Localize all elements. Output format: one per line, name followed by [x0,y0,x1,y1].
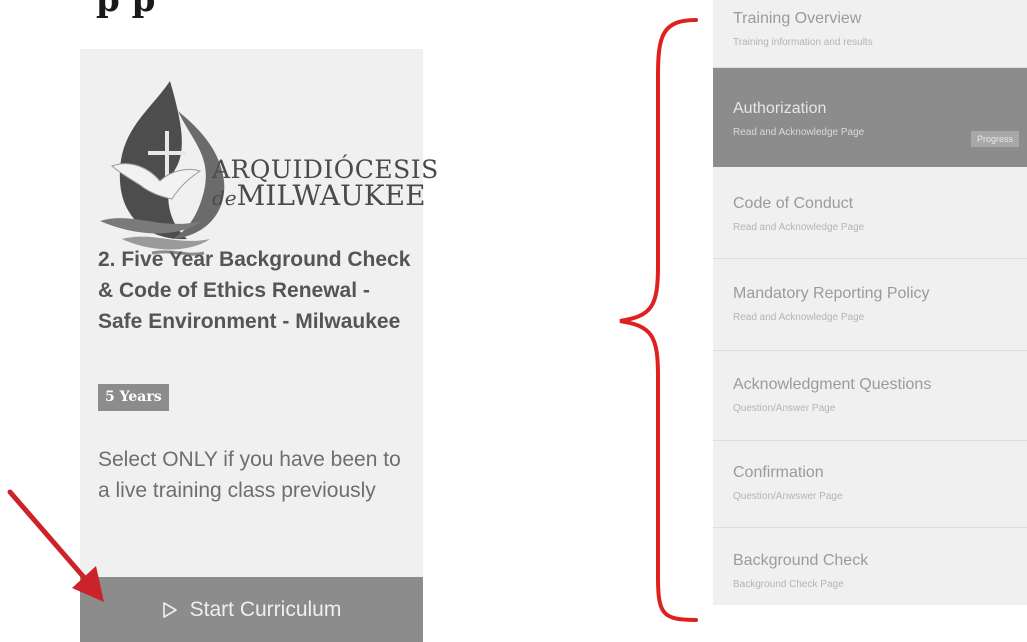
start-curriculum-button[interactable]: Start Curriculum [80,577,423,642]
step-subtitle: Question/Answer Page [733,403,836,414]
step-code-of-conduct[interactable]: Code of Conduct Read and Acknowledge Pag… [713,167,1027,259]
red-arrow-icon [7,489,104,602]
curly-brace-icon [619,18,698,622]
step-title: Code of Conduct [733,195,854,212]
step-title: Acknowledgment Questions [733,376,932,393]
step-title: Background Check [733,552,869,569]
training-steps-list: Training Overview Training information a… [713,0,1027,605]
step-title: Mandatory Reporting Policy [733,285,930,302]
step-subtitle: Read and Acknowledge Page [733,222,865,233]
step-title: Training Overview [733,10,862,27]
step-acknowledgment-questions[interactable]: Acknowledgment Questions Question/Answer… [713,351,1027,441]
step-subtitle: Background Check Page [733,579,844,590]
step-background-check[interactable]: Background Check Background Check Page [713,528,1027,605]
step-training-overview[interactable]: Training Overview Training information a… [713,0,1027,68]
archdiocese-logo: ARQUIDIÓCESIS deMILWAUKEE [92,71,438,261]
logo-line-2-prefix: de [212,186,237,210]
logo-line-2: deMILWAUKEE [212,182,439,210]
start-curriculum-label: Start Curriculum [189,597,342,621]
page-heading: p p [96,0,156,20]
step-mandatory-reporting-policy[interactable]: Mandatory Reporting Policy Read and Ackn… [713,259,1027,351]
step-subtitle: Question/Anwswer Page [733,491,843,502]
step-confirmation[interactable]: Confirmation Question/Anwswer Page [713,441,1027,528]
curriculum-card[interactable]: ARQUIDIÓCESIS deMILWAUKEE 2. Five Year B… [80,49,438,642]
duration-badge: 5 Years [98,384,169,411]
step-subtitle: Training information and results [733,37,873,48]
progress-badge: Progress [970,131,1019,147]
step-title: Authorization [733,100,827,117]
step-title: Confirmation [733,464,824,481]
logo-line-2-main: MILWAUKEE [236,179,426,212]
logo-wordmark: ARQUIDIÓCESIS deMILWAUKEE [212,157,439,210]
play-outline-icon [162,601,178,619]
step-subtitle: Read and Acknowledge Page [733,312,865,323]
course-title: 2. Five Year Background Check & Code of … [98,248,411,333]
course-note: Select ONLY if you have been to a live t… [98,448,401,502]
step-authorization[interactable]: Authorization Read and Acknowledge Page … [713,68,1027,167]
